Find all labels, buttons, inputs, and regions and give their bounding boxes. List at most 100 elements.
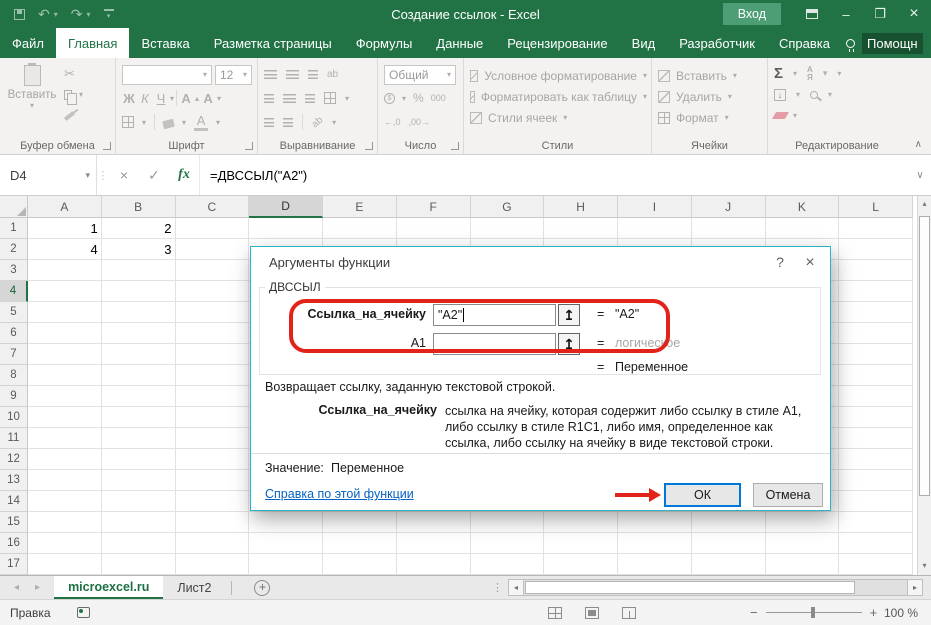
cell-B4[interactable] — [102, 281, 176, 302]
column-header-G[interactable]: G — [471, 196, 545, 218]
cell-B8[interactable] — [102, 365, 176, 386]
tab-formulas[interactable]: Формулы — [344, 28, 425, 58]
expand-formula-bar-icon[interactable]: ∨ — [909, 155, 931, 195]
cell-B16[interactable] — [102, 533, 176, 554]
ribbon-display-options-button[interactable] — [795, 0, 829, 28]
cell-B6[interactable] — [102, 323, 176, 344]
scroll-up-icon[interactable]: ▴ — [918, 196, 931, 211]
sheet-tab-microexcel[interactable]: microexcel.ru — [54, 576, 163, 599]
horizontal-scrollbar-track[interactable] — [524, 579, 907, 596]
tab-help[interactable]: Справка — [767, 28, 842, 58]
cell-E16[interactable] — [323, 533, 397, 554]
cell-A15[interactable] — [28, 512, 102, 533]
align-left-button[interactable] — [264, 94, 274, 103]
maximize-button[interactable]: ❐ — [863, 0, 897, 28]
cell-A9[interactable] — [28, 386, 102, 407]
cell-C2[interactable] — [176, 239, 250, 260]
cell-A17[interactable] — [28, 554, 102, 575]
cell-C15[interactable] — [176, 512, 250, 533]
formula-input[interactable]: =ДВССЫЛ("A2") — [199, 155, 909, 195]
align-bottom-button[interactable] — [308, 70, 318, 79]
tab-page-layout[interactable]: Разметка страницы — [202, 28, 344, 58]
cell-A4[interactable] — [28, 281, 102, 302]
collapse-ribbon-icon[interactable]: ∧ — [915, 139, 922, 150]
clipboard-dialog-launcher-icon[interactable] — [103, 142, 111, 150]
row-header-16[interactable]: 16 — [0, 533, 28, 554]
cell-B9[interactable] — [102, 386, 176, 407]
row-header-14[interactable]: 14 — [0, 491, 28, 512]
save-icon[interactable] — [14, 9, 25, 20]
row-header-11[interactable]: 11 — [0, 428, 28, 449]
cell-B13[interactable] — [102, 470, 176, 491]
cell-C8[interactable] — [176, 365, 250, 386]
cell-A16[interactable] — [28, 533, 102, 554]
cancel-button[interactable]: Отмена — [753, 483, 823, 507]
page-layout-view-icon[interactable] — [585, 607, 599, 619]
cancel-entry-icon[interactable]: × — [109, 167, 139, 183]
cell-L6[interactable] — [839, 323, 913, 344]
cell-C3[interactable] — [176, 260, 250, 281]
cell-A7[interactable] — [28, 344, 102, 365]
cell-K17[interactable] — [766, 554, 840, 575]
row-header-3[interactable]: 3 — [0, 260, 28, 281]
scroll-right-icon[interactable]: ▸ — [907, 579, 923, 596]
cell-L13[interactable] — [839, 470, 913, 491]
font-size-combo[interactable]: 12▾ — [215, 65, 252, 85]
row-header-2[interactable]: 2 — [0, 239, 28, 260]
cell-L7[interactable] — [839, 344, 913, 365]
format-painter-icon[interactable] — [64, 111, 75, 121]
cell-B12[interactable] — [102, 449, 176, 470]
cell-L1[interactable] — [839, 218, 913, 239]
share-button[interactable]: Общий доступ — [923, 28, 931, 58]
column-header-D[interactable]: D — [249, 196, 323, 218]
row-header-17[interactable]: 17 — [0, 554, 28, 575]
cell-L3[interactable] — [839, 260, 913, 281]
fill-color-button[interactable] — [162, 118, 175, 129]
cell-C13[interactable] — [176, 470, 250, 491]
decrease-indent-button[interactable] — [264, 118, 274, 127]
scroll-down-icon[interactable]: ▾ — [918, 558, 931, 573]
cell-A6[interactable] — [28, 323, 102, 344]
cell-K16[interactable] — [766, 533, 840, 554]
add-sheet-button[interactable]: + — [254, 580, 270, 596]
cell-H17[interactable] — [544, 554, 618, 575]
tab-home[interactable]: Главная — [56, 28, 129, 58]
row-header-9[interactable]: 9 — [0, 386, 28, 407]
decrease-decimal-button[interactable]: ,00→ — [409, 117, 431, 127]
insert-function-icon[interactable]: fx — [169, 167, 199, 183]
percent-format-button[interactable]: % — [413, 91, 424, 105]
zoom-slider[interactable] — [766, 612, 862, 613]
tab-data[interactable]: Данные — [424, 28, 495, 58]
redo-icon[interactable]: ↷ — [71, 7, 83, 21]
cell-B17[interactable] — [102, 554, 176, 575]
cell-B14[interactable] — [102, 491, 176, 512]
cell-A5[interactable] — [28, 302, 102, 323]
column-header-H[interactable]: H — [544, 196, 618, 218]
horizontal-scrollbar-thumb[interactable] — [525, 581, 855, 594]
cell-D16[interactable] — [249, 533, 323, 554]
wrap-text-button[interactable]: ab — [327, 69, 338, 80]
cell-L15[interactable] — [839, 512, 913, 533]
dialog-close-icon[interactable]: × — [800, 254, 820, 272]
sheet-nav-left-icon[interactable]: ◂ — [14, 582, 19, 593]
cell-H1[interactable] — [544, 218, 618, 239]
cell-F15[interactable] — [397, 512, 471, 533]
tab-developer[interactable]: Разработчик — [667, 28, 767, 58]
redo-dropdown-icon[interactable]: ▾ — [86, 10, 90, 19]
cell-I1[interactable] — [618, 218, 692, 239]
font-name-combo[interactable]: ▾ — [122, 65, 212, 85]
row-header-7[interactable]: 7 — [0, 344, 28, 365]
cell-A13[interactable] — [28, 470, 102, 491]
select-all-corner[interactable] — [0, 196, 28, 218]
tell-me-box[interactable]: Помощн — [846, 28, 923, 58]
cell-I17[interactable] — [618, 554, 692, 575]
alignment-dialog-launcher-icon[interactable] — [365, 142, 373, 150]
cell-A11[interactable] — [28, 428, 102, 449]
cell-E1[interactable] — [323, 218, 397, 239]
cell-A8[interactable] — [28, 365, 102, 386]
cell-G15[interactable] — [471, 512, 545, 533]
cell-J16[interactable] — [692, 533, 766, 554]
sheet-nav-right-icon[interactable]: ▸ — [35, 582, 40, 593]
cell-B1[interactable]: 2 — [102, 218, 176, 239]
minimize-button[interactable]: – — [829, 0, 863, 28]
